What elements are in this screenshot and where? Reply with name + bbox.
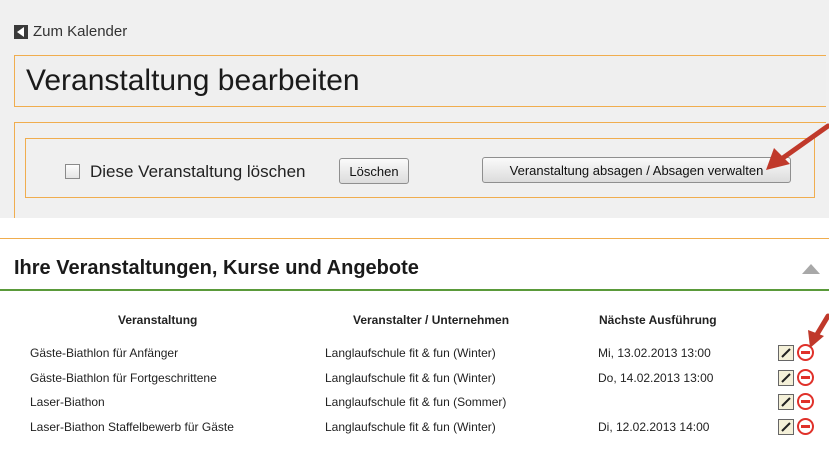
column-header-event: Veranstaltung bbox=[118, 313, 198, 327]
page-title: Veranstaltung bearbeiten bbox=[26, 64, 360, 97]
edit-icon[interactable] bbox=[778, 345, 794, 361]
delete-checkbox-label: Diese Veranstaltung löschen bbox=[90, 162, 306, 181]
back-arrow-icon bbox=[14, 24, 28, 39]
delete-button[interactable]: Löschen bbox=[339, 158, 409, 184]
back-to-calendar-link[interactable]: Zum Kalender bbox=[14, 23, 127, 40]
actions-inner-box: Diese Veranstaltung löschen Löschen Vera… bbox=[25, 138, 815, 198]
event-name: Laser-Biathon bbox=[30, 395, 105, 409]
event-name: Gäste-Biathlon für Anfänger bbox=[30, 346, 179, 360]
cancel-event-button[interactable]: Veranstaltung absagen / Absagen verwalte… bbox=[482, 157, 791, 183]
organizer-name: Langlaufschule fit & fun (Winter) bbox=[325, 420, 496, 434]
delete-checkbox[interactable] bbox=[65, 164, 80, 179]
next-date: Mi, 13.02.2013 13:00 bbox=[598, 346, 711, 360]
event-name: Gäste-Biathlon für Fortgeschrittene bbox=[30, 371, 217, 385]
organizer-name: Langlaufschule fit & fun (Winter) bbox=[325, 346, 496, 360]
events-table: Veranstaltung Veranstalter / Unternehmen… bbox=[0, 291, 829, 467]
column-header-organizer: Veranstalter / Unternehmen bbox=[353, 313, 510, 327]
remove-icon[interactable] bbox=[797, 393, 814, 410]
table-row: Gäste-Biathlon für Anfänger Langlaufschu… bbox=[0, 344, 829, 370]
collapse-icon[interactable] bbox=[802, 264, 820, 274]
actions-box: Diese Veranstaltung löschen Löschen Vera… bbox=[14, 122, 826, 218]
organizer-name: Langlaufschule fit & fun (Winter) bbox=[325, 371, 496, 385]
back-link-label: Zum Kalender bbox=[33, 23, 128, 40]
table-row: Gäste-Biathlon für Fortgeschrittene Lang… bbox=[0, 369, 829, 395]
event-name: Laser-Biathon Staffelbewerb für Gäste bbox=[30, 420, 234, 434]
edit-icon[interactable] bbox=[778, 419, 794, 435]
table-row: Laser-Biathon Staffelbewerb für Gäste La… bbox=[0, 418, 829, 444]
panel-header: Ihre Veranstaltungen, Kurse und Angebote bbox=[0, 239, 829, 291]
edit-icon[interactable] bbox=[778, 370, 794, 386]
events-panel: Ihre Veranstaltungen, Kurse und Angebote… bbox=[0, 238, 829, 467]
remove-icon[interactable] bbox=[797, 369, 814, 386]
annotation-arrow bbox=[766, 123, 829, 170]
page-title-box: Veranstaltung bearbeiten bbox=[14, 55, 826, 107]
remove-icon[interactable] bbox=[797, 418, 814, 435]
column-header-next-date: Nächste Ausführung bbox=[599, 313, 717, 327]
next-date: Do, 14.02.2013 13:00 bbox=[598, 371, 714, 385]
organizer-name: Langlaufschule fit & fun (Sommer) bbox=[325, 395, 507, 409]
next-date: Di, 12.02.2013 14:00 bbox=[598, 420, 710, 434]
panel-title: Ihre Veranstaltungen, Kurse und Angebote bbox=[14, 257, 419, 279]
edit-icon[interactable] bbox=[778, 394, 794, 410]
table-row: Laser-Biathon Langlaufschule fit & fun (… bbox=[0, 393, 829, 419]
annotation-arrow bbox=[808, 313, 829, 348]
